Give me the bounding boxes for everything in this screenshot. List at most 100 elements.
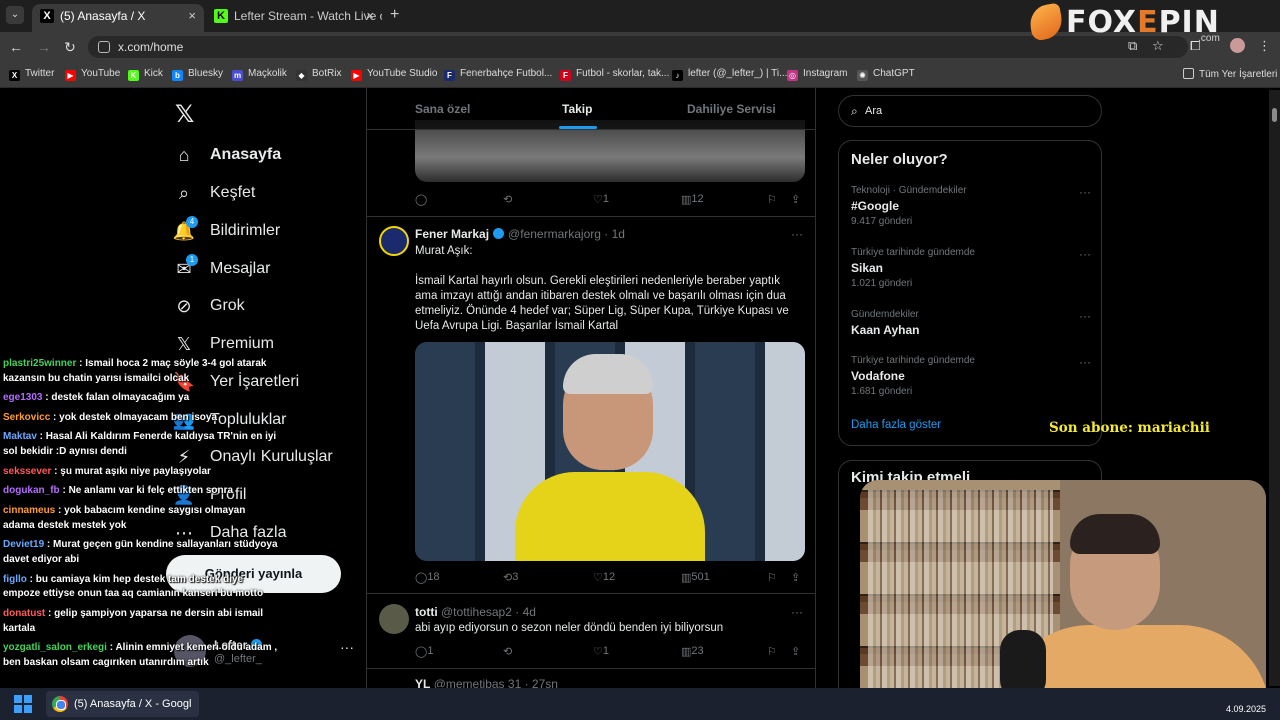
youtube-studio-icon: ▶ <box>351 70 362 81</box>
chat-username: plastri25winner <box>3 358 77 369</box>
bookmark-x[interactable]: X Twitter <box>9 68 54 81</box>
share-icon[interactable]: ⇪ <box>791 193 800 206</box>
tweet-time[interactable]: 4d <box>523 605 536 619</box>
tab-dahiliye-servisi[interactable]: Dahiliye Servisi <box>687 102 776 116</box>
webcam-feed <box>860 480 1266 706</box>
tweet-handle[interactable]: @fenermarkajorg <box>508 227 601 241</box>
logo-text-accent: E <box>1137 4 1159 40</box>
reply-icon[interactable]: ◯ 1 <box>415 645 433 658</box>
tweet-more-icon[interactable]: ··· <box>791 227 803 241</box>
tweet-handle[interactable]: @tottihesap2 <box>441 605 512 619</box>
divider <box>367 593 815 594</box>
tweet-author[interactable]: Fener Markaj <box>415 227 489 241</box>
bookmark-youtube-studio[interactable]: ▶ YouTube Studio <box>351 68 437 81</box>
trend-item[interactable]: Türkiye tarihinde gündemde Vodafone 1.681 … <box>851 355 1091 397</box>
tab-title: Lefter Stream - Watch Live on K <box>234 9 382 23</box>
bookmark-chatgpt[interactable]: ✺ ChatGPT <box>857 68 915 81</box>
windows-start-icon[interactable] <box>14 695 32 713</box>
search-input[interactable]: ⌕ Ara <box>838 95 1102 127</box>
address-bar[interactable]: x.com/home <box>88 36 1188 58</box>
trend-more-icon[interactable]: ··· <box>1079 355 1091 369</box>
like-icon[interactable]: ♡ 1 <box>593 645 609 658</box>
repost-icon[interactable]: ⟲ <box>503 645 512 658</box>
search-placeholder: Ara <box>865 105 883 117</box>
views-icon[interactable]: ▥ 23 <box>681 645 704 658</box>
new-tab-button[interactable]: + <box>390 6 406 24</box>
trend-item[interactable]: Türkiye tarihinde gündemde Sikan 1.021 gön… <box>851 247 1091 289</box>
tweet-handle[interactable]: @memetibas 31 <box>434 677 522 688</box>
bookmark-youtube[interactable]: ▶ YouTube <box>65 68 120 81</box>
show-more-link[interactable]: Daha fazla göster <box>851 419 941 431</box>
tweet-author[interactable]: YL <box>415 677 430 688</box>
nav-mail[interactable]: ✉ 1 Mesajlar <box>174 254 270 284</box>
page-scrollbar[interactable] <box>1269 90 1280 686</box>
tweet-text: abi ayıp ediyorsun o sezon neler döndü b… <box>415 622 724 634</box>
bookmark-icon[interactable]: ⚐ <box>767 645 777 658</box>
tab-kick-stream[interactable]: K Lefter Stream - Watch Live on K × <box>206 4 382 32</box>
search-icon: ⌕ <box>178 182 190 203</box>
share-icon[interactable]: ⇪ <box>791 645 800 658</box>
share-icon[interactable]: ⇪ <box>791 571 800 584</box>
more-dots-icon[interactable]: ··· <box>340 639 354 655</box>
trend-item[interactable]: Gündemdekiler Kaan Ayhan ··· <box>851 309 1091 337</box>
bookmark-flashscore[interactable]: F Futbol - skorlar, tak... <box>560 68 669 81</box>
bookmark-botrix[interactable]: ◆ BotRix <box>296 68 341 81</box>
bookmark-kick[interactable]: K Kick <box>128 68 163 81</box>
tweet-photo[interactable] <box>415 342 805 561</box>
tab-for-you[interactable]: Sana özel <box>415 102 470 116</box>
tweet-time[interactable]: 1d <box>612 227 625 241</box>
trend-item[interactable]: Teknoloji · Gündemdekiler #Google 9.417 gö… <box>851 185 1091 227</box>
tab-search-chevron-icon[interactable]: ⌄ <box>6 6 24 24</box>
forward-arrow-icon[interactable]: → <box>35 38 53 56</box>
all-bookmarks-folder[interactable]: Tüm Yer İşaretleri <box>1183 68 1277 80</box>
nav-bell[interactable]: 🔔 4 Bildirimler <box>173 216 280 246</box>
trend-count: 1.021 gönderi <box>851 278 913 289</box>
nav-search[interactable]: ⌕ Keşfet <box>174 178 255 208</box>
repost-icon[interactable]: ⟲ <box>503 193 512 206</box>
bookmark-instagram[interactable]: ◎ Instagram <box>787 68 847 81</box>
trend-context: Gündemdekiler <box>851 309 919 320</box>
bookmark-mackolik[interactable]: m Maçkolik <box>232 68 287 81</box>
trend-more-icon[interactable]: ··· <box>1079 309 1091 323</box>
chat-message: plastri25winner : Ismail hoca 2 maç söyl… <box>3 358 267 384</box>
chat-message: donatust : gelip şampiyon yaparsa ne der… <box>3 607 264 634</box>
tweet-more-icon[interactable]: ··· <box>791 605 803 619</box>
avatar[interactable] <box>379 226 409 256</box>
nav-home[interactable]: ⌂ Anasayfa <box>174 140 282 170</box>
like-icon[interactable]: ♡ 12 <box>593 571 615 584</box>
trend-more-icon[interactable]: ··· <box>1079 247 1091 261</box>
tweet-time[interactable]: 27sn <box>532 677 558 688</box>
search-icon: ⌕ <box>851 104 858 118</box>
repost-icon[interactable]: ⟲ 3 <box>503 571 518 584</box>
tab-close-icon[interactable]: × <box>366 4 374 28</box>
chat-text: destek falan olmayacağım ya <box>51 392 190 404</box>
taskbar-chrome-app[interactable]: (5) Anasayfa / X - Googl <box>46 691 200 717</box>
reply-icon[interactable]: ◯ <box>415 193 427 206</box>
tab-close-icon[interactable]: × <box>188 4 196 28</box>
reply-icon[interactable]: ◯ 18 <box>415 571 440 584</box>
trend-more-icon[interactable]: ··· <box>1079 185 1091 199</box>
nav-premium-x[interactable]: 𝕏 Premium <box>174 329 274 359</box>
avatar[interactable] <box>379 604 409 634</box>
tweet-author[interactable]: totti <box>415 605 438 619</box>
bookmark-bluesky[interactable]: b Bluesky <box>172 68 223 81</box>
bookmark-icon[interactable]: ⚐ <box>767 571 777 584</box>
chat-username: Deviet19 <box>3 539 45 551</box>
views-icon[interactable]: ▥ 501 <box>681 571 710 584</box>
bookmark-icon[interactable]: ⚐ <box>767 193 777 206</box>
x-favicon-icon: X <box>40 9 54 23</box>
profile-avatar-icon[interactable] <box>1230 38 1245 53</box>
views-icon[interactable]: ▥ 12 <box>681 193 704 206</box>
nav-grok[interactable]: ⊘ Grok <box>174 291 244 321</box>
site-info-icon[interactable] <box>98 41 110 53</box>
like-icon[interactable]: ♡ 1 <box>593 193 609 206</box>
tab-x-home[interactable]: X (5) Anasayfa / X × <box>32 4 204 32</box>
tab-following[interactable]: Takip <box>562 102 592 116</box>
x-logo-icon[interactable]: 𝕏 <box>175 100 194 129</box>
logo-subtext: .com <box>1198 33 1220 44</box>
back-arrow-icon[interactable]: ← <box>7 38 25 56</box>
reload-icon[interactable]: ↻ <box>61 38 79 56</box>
bookmark-tiktok[interactable]: ♪ lefter (@_lefter_) | Ti... <box>672 68 787 81</box>
browser-menu-icon[interactable]: ⋮ <box>1258 38 1271 54</box>
bookmark-fenerbahce[interactable]: F Fenerbahçe Futbol... <box>444 68 552 81</box>
